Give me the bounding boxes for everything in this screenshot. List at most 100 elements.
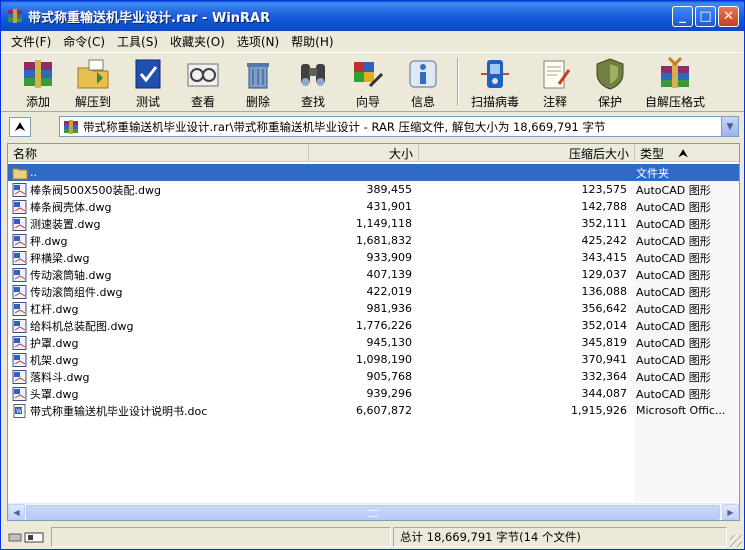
- archive-icon: [63, 119, 79, 135]
- file-packed-size: 332,364: [581, 370, 628, 383]
- file-name-cell: 杠杆.dwg: [8, 301, 309, 317]
- menu-options[interactable]: 选项(N): [231, 33, 285, 50]
- delete-icon: [240, 56, 276, 92]
- file-packed-size: 345,819: [581, 336, 628, 349]
- file-row[interactable]: 给料机总装配图.dwg 1,776,226 352,014 AutoCAD 图形: [8, 317, 739, 334]
- comment-label: 注释: [542, 95, 567, 109]
- dwg-file-icon: [12, 267, 28, 282]
- file-packed-size: 344,087: [581, 387, 628, 400]
- toolbar-separator: [457, 58, 459, 106]
- file-row[interactable]: 测速装置.dwg 1,149,118 352,111 AutoCAD 图形: [8, 215, 739, 232]
- file-name-cell: 给料机总装配图.dwg: [8, 318, 309, 334]
- file-size: 1,098,190: [356, 353, 412, 366]
- file-row[interactable]: 传动滚筒轴.dwg 407,139 129,037 AutoCAD 图形: [8, 266, 739, 283]
- file-row[interactable]: 头罩.dwg 939,296 344,087 AutoCAD 图形: [8, 385, 739, 402]
- extract-to-label: 解压到: [74, 95, 111, 109]
- minimize-button[interactable]: _: [672, 6, 693, 27]
- comment-button[interactable]: 注释: [532, 53, 578, 111]
- dwg-file-icon: [12, 301, 28, 316]
- dwg-file-icon: [12, 250, 28, 265]
- file-name-cell: 机架.dwg: [8, 352, 309, 368]
- file-row[interactable]: 秤横梁.dwg 933,909 343,415 AutoCAD 图形: [8, 249, 739, 266]
- info-button[interactable]: 信息: [400, 53, 446, 111]
- menu-file[interactable]: 文件(F): [5, 33, 57, 50]
- scroll-thumb[interactable]: [26, 505, 720, 520]
- menu-commands[interactable]: 命令(C): [57, 33, 111, 50]
- file-type: AutoCAD 图形: [631, 283, 739, 300]
- up-arrow-icon: ⮝: [14, 119, 26, 135]
- protect-label: 保护: [597, 95, 622, 109]
- scroll-right-button[interactable]: ▶: [722, 504, 739, 520]
- view-button[interactable]: 查看: [180, 53, 226, 111]
- wizard-label: 向导: [355, 95, 380, 109]
- file-row[interactable]: 落料斗.dwg 905,768 332,364 AutoCAD 图形: [8, 368, 739, 385]
- address-bar[interactable]: 带式称重输送机毕业设计.rar\带式称重输送机毕业设计 - RAR 压缩文件, …: [59, 116, 739, 137]
- column-header-name[interactable]: 名称: [8, 144, 309, 162]
- dwg-file-icon: [12, 182, 28, 197]
- up-folder-button[interactable]: ⮝: [9, 117, 31, 137]
- close-button[interactable]: ✕: [718, 6, 739, 27]
- maximize-button[interactable]: □: [695, 6, 716, 27]
- file-row[interactable]: 护罩.dwg 945,130 345,819 AutoCAD 图形: [8, 334, 739, 351]
- protect-button[interactable]: 保护: [587, 53, 633, 111]
- info-icon: [405, 56, 441, 92]
- status-total: 总计 18,669,791 字节(14 个文件): [400, 530, 581, 544]
- add-button[interactable]: 添加: [15, 53, 61, 111]
- find-button[interactable]: 查找: [290, 53, 336, 111]
- menu-favorites[interactable]: 收藏夹(O): [164, 33, 231, 50]
- window-title: 带式称重输送机毕业设计.rar - WinRAR: [28, 10, 271, 26]
- file-rows: .. 文件夹 棒条阀500X500装配.dwg 389,455 123,575 AutoC…: [8, 164, 739, 419]
- horizontal-scrollbar[interactable]: ◀ ▶: [8, 503, 739, 520]
- winrar-window: 带式称重输送机毕业设计.rar - WinRAR _ □ ✕ 文件(F) 命令(…: [0, 0, 745, 550]
- column-header-size[interactable]: 大小: [309, 144, 419, 162]
- column-header-type[interactable]: 类型 ⮝: [635, 144, 739, 162]
- file-row[interactable]: 杠杆.dwg 981,936 356,642 AutoCAD 图形: [8, 300, 739, 317]
- file-name: 护罩.dwg: [30, 336, 79, 350]
- title-bar[interactable]: 带式称重输送机毕业设计.rar - WinRAR _ □ ✕: [1, 1, 744, 31]
- extract-to-button[interactable]: 解压到: [70, 53, 116, 111]
- file-row[interactable]: 棒条阀500X500装配.dwg 389,455 123,575 AutoCAD 图形: [8, 181, 739, 198]
- test-button[interactable]: 测试: [125, 53, 171, 111]
- file-packed-size: 352,014: [581, 319, 628, 332]
- column-header-packed[interactable]: 压缩后大小: [419, 144, 635, 162]
- sfx-button[interactable]: 自解压格式: [642, 53, 708, 111]
- file-row[interactable]: 传动滚筒组件.dwg 422,019 136,088 AutoCAD 图形: [8, 283, 739, 300]
- file-row[interactable]: W 带式称重输送机毕业设计说明书.doc 6,607,872 1,915,926 Mic…: [8, 402, 739, 419]
- address-dropdown-button[interactable]: ▼: [721, 117, 738, 136]
- resize-grip[interactable]: [730, 535, 742, 547]
- file-size: 1,776,226: [356, 319, 412, 332]
- file-packed-size: 425,242: [581, 234, 628, 247]
- file-type: AutoCAD 图形: [631, 215, 739, 232]
- scroll-left-icon: ◀: [13, 508, 20, 517]
- sfx-icon: [657, 56, 693, 92]
- dwg-file-icon: [12, 386, 28, 401]
- find-label: 查找: [300, 95, 325, 109]
- file-name-cell: 落料斗.dwg: [8, 369, 309, 385]
- column-packed-label: 压缩后大小: [568, 146, 629, 161]
- virus-scan-button[interactable]: 扫描病毒: [467, 53, 523, 111]
- scroll-left-button[interactable]: ◀: [8, 504, 25, 520]
- sort-ascending-icon: ⮝: [678, 145, 689, 160]
- delete-button[interactable]: 删除: [235, 53, 281, 111]
- dwg-file-icon: [12, 369, 28, 384]
- wizard-button[interactable]: 向导: [345, 53, 391, 111]
- file-size: 939,296: [366, 387, 413, 400]
- view-label: 查看: [190, 95, 215, 109]
- file-list[interactable]: 名称 大小 压缩后大小 类型 ⮝ .. 文件夹 棒条阀500X500装配.dwg 38…: [7, 143, 740, 521]
- address-path: 带式称重输送机毕业设计.rar\带式称重输送机毕业设计 - RAR 压缩文件, …: [83, 119, 606, 134]
- comment-icon: [537, 56, 573, 92]
- file-name: 秤横梁.dwg: [30, 251, 90, 265]
- file-row[interactable]: .. 文件夹: [8, 164, 739, 181]
- menu-tools[interactable]: 工具(S): [111, 33, 164, 50]
- menu-help[interactable]: 帮助(H): [285, 33, 339, 50]
- file-name-cell: 棒条阀500X500装配.dwg: [8, 182, 309, 198]
- file-name-cell: 秤.dwg: [8, 233, 309, 249]
- file-row[interactable]: 棒条阀壳体.dwg 431,901 142,788 AutoCAD 图形: [8, 198, 739, 215]
- file-size: 981,936: [366, 302, 413, 315]
- file-row[interactable]: 机架.dwg 1,098,190 370,941 AutoCAD 图形: [8, 351, 739, 368]
- file-name: 测速装置.dwg: [30, 217, 101, 231]
- file-size: 407,139: [366, 268, 413, 281]
- file-type: AutoCAD 图形: [631, 198, 739, 215]
- file-packed-size: 142,788: [581, 200, 628, 213]
- file-row[interactable]: 秤.dwg 1,681,832 425,242 AutoCAD 图形: [8, 232, 739, 249]
